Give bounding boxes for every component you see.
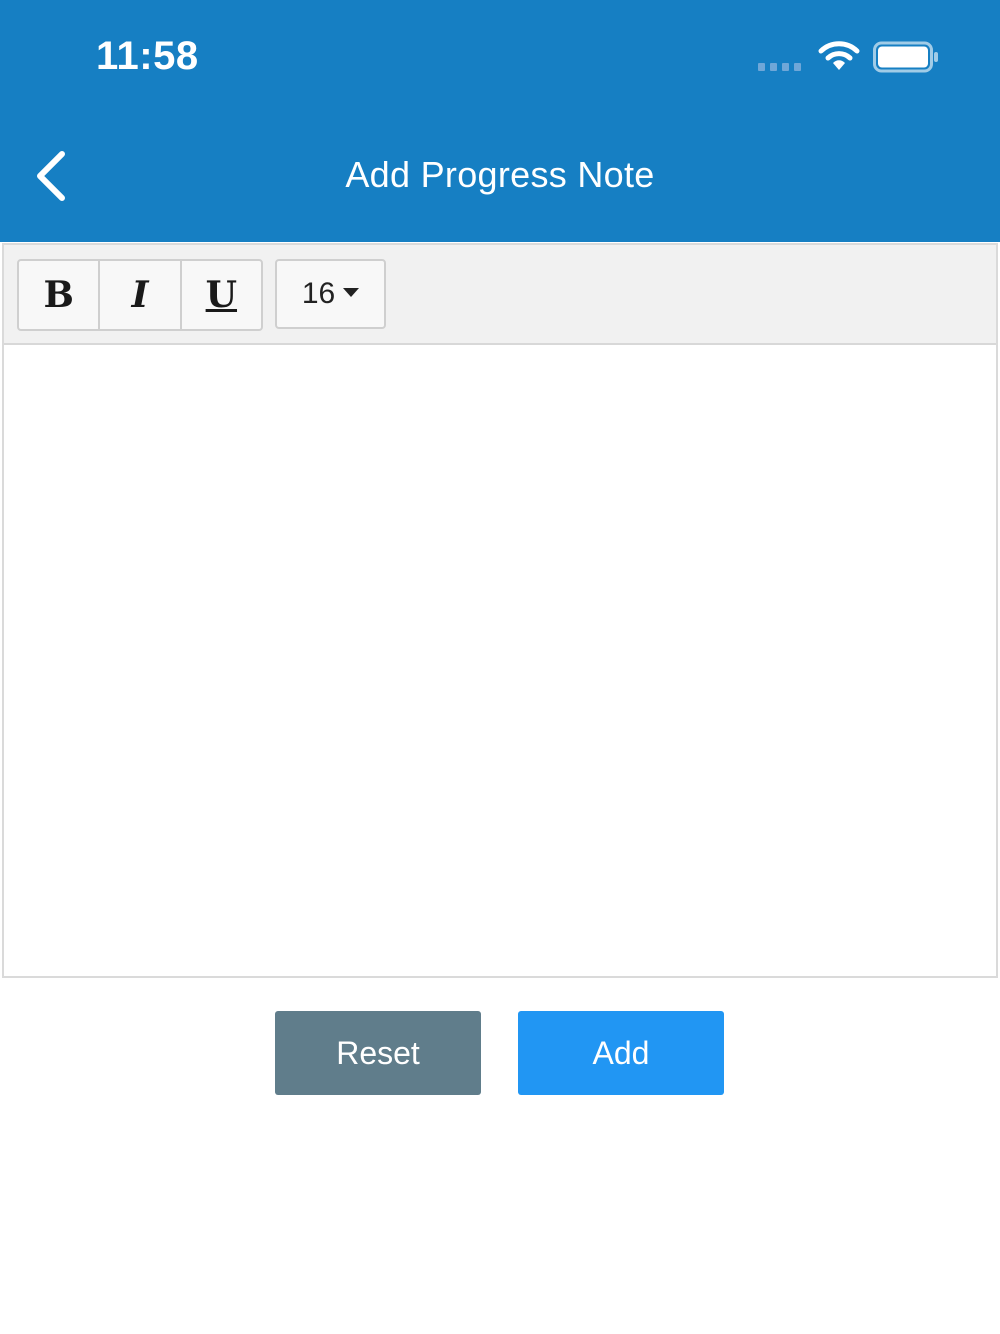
note-text-area[interactable] [4,345,996,976]
wifi-icon [818,41,860,70]
rich-text-editor: B I U 16 [2,243,998,978]
reset-button[interactable]: Reset [275,1011,481,1095]
format-button-group: B I U [17,259,263,331]
battery-icon [873,41,938,73]
font-size-select[interactable]: 16 [275,259,386,329]
italic-button[interactable]: I [98,261,179,329]
status-time: 11:58 [96,34,199,78]
app-header: 11:58 Add Progress Note [0,0,1000,242]
editor-toolbar: B I U 16 [4,245,996,345]
font-size-value: 16 [301,277,336,310]
cellular-signal-icon [758,63,801,71]
add-button[interactable]: Add [518,1011,724,1095]
page-title: Add Progress Note [345,154,655,195]
underline-button[interactable]: U [179,261,261,329]
caret-down-icon [343,287,360,297]
bold-button[interactable]: B [19,261,98,329]
